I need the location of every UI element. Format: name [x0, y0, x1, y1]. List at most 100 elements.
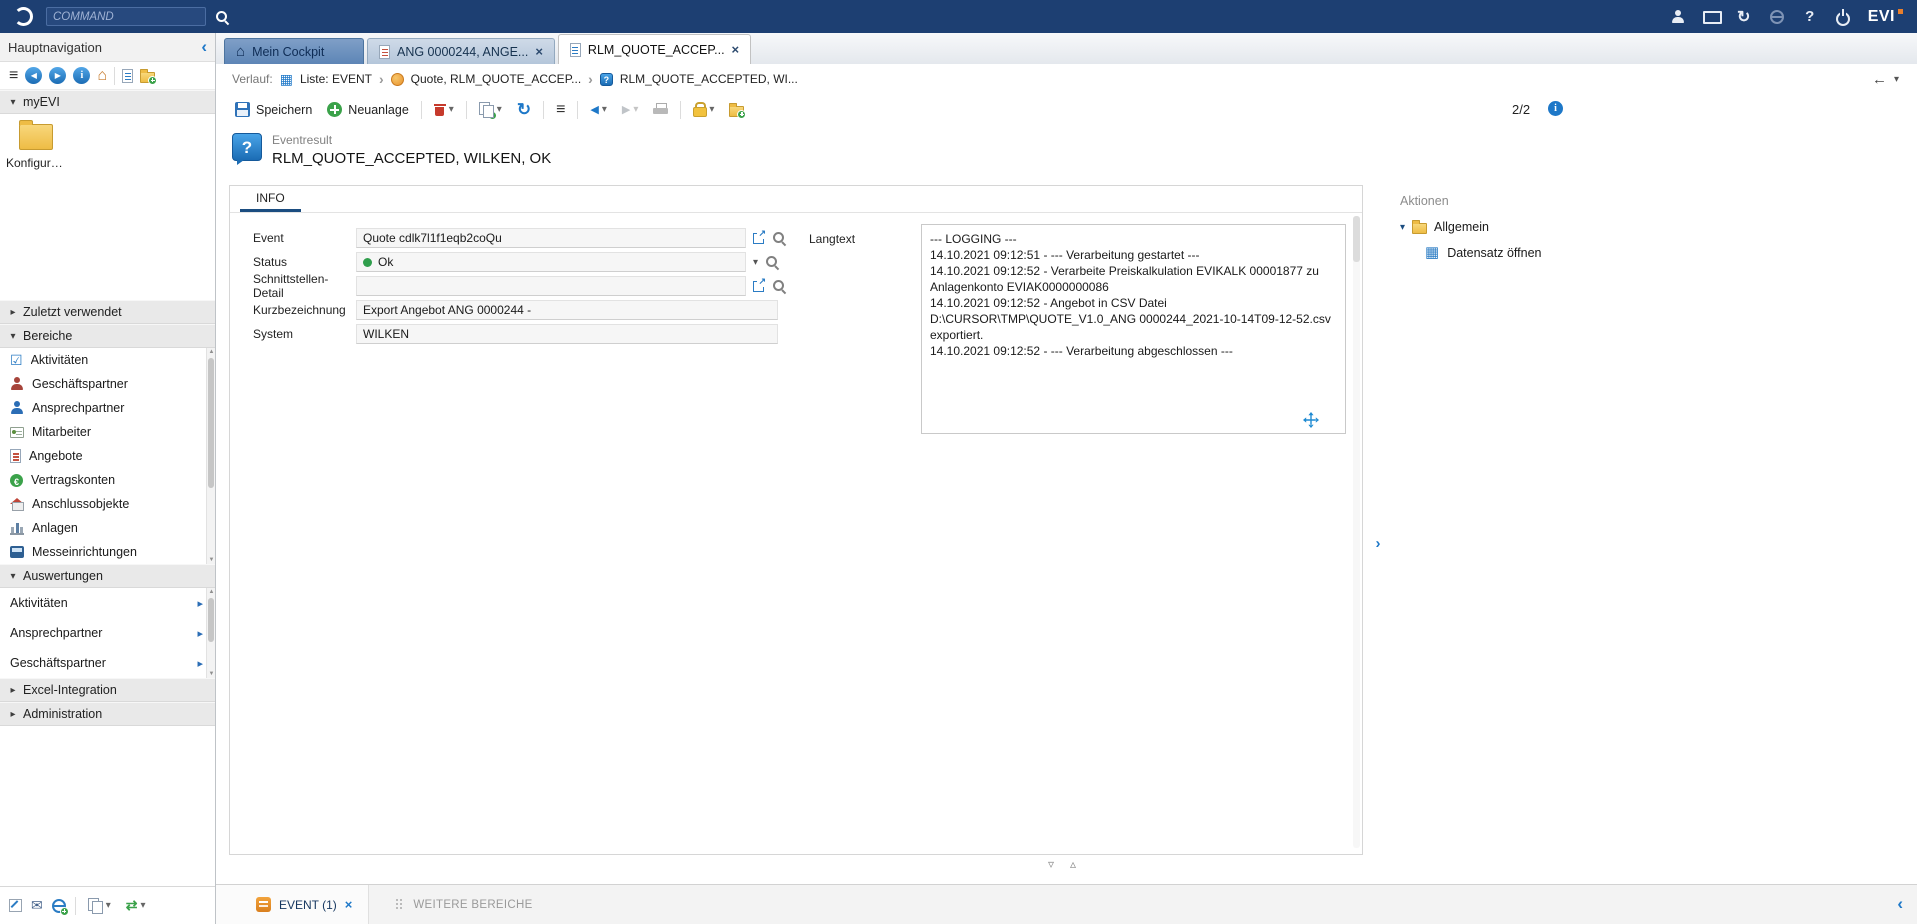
refresh-button[interactable]: [514, 98, 534, 122]
duplicate-button[interactable]: [476, 100, 505, 119]
print-button[interactable]: [650, 101, 671, 119]
scrollbar[interactable]: [206, 588, 215, 678]
drag-handle-icon: [395, 898, 404, 911]
tab-info[interactable]: INFO: [240, 185, 301, 212]
sidebar-item-messeinrichtungen[interactable]: Messeinrichtungen: [0, 540, 215, 564]
tab-mein-cockpit[interactable]: Mein Cockpit: [224, 38, 364, 64]
open-link-icon[interactable]: [753, 232, 765, 244]
redo-icon[interactable]: [1732, 6, 1756, 28]
tab-rlm-quote-accepted[interactable]: RLM_QUOTE_ACCEP...: [558, 34, 751, 64]
sidebar-item-angebote[interactable]: Angebote: [0, 444, 215, 468]
search-icon[interactable]: [215, 10, 229, 24]
close-tab-icon[interactable]: [732, 42, 740, 57]
sidebar-section-auswertungen[interactable]: Auswertungen: [0, 564, 215, 588]
mail-icon[interactable]: [31, 897, 43, 914]
menu-icon[interactable]: [9, 67, 18, 85]
sidebar-section-administration[interactable]: Administration: [0, 702, 215, 726]
lock-button[interactable]: [690, 100, 717, 119]
tab-ang-0000244[interactable]: ANG 0000244, ANGE...: [367, 38, 555, 64]
sidebar-item-mitarbeiter[interactable]: Mitarbeiter: [0, 420, 215, 444]
scrollbar[interactable]: [206, 348, 215, 564]
move-icon[interactable]: [1303, 412, 1319, 428]
collapse-left-icon[interactable]: [1897, 894, 1903, 914]
save-button[interactable]: Speichern: [232, 100, 315, 119]
folder-icon: [19, 124, 53, 150]
lookup-icon[interactable]: [772, 279, 786, 293]
add-to-folder-button[interactable]: [726, 101, 747, 119]
history-dropdown-icon[interactable]: [1894, 74, 1899, 85]
weitere-bereiche[interactable]: WEITERE BEREICHE: [395, 898, 532, 911]
breadcrumb-item-current[interactable]: RLM_QUOTE_ACCEPTED, WI...: [620, 72, 798, 86]
report-item-geschaeftspartner[interactable]: Geschäftspartner: [0, 648, 215, 678]
lookup-icon[interactable]: [772, 231, 786, 245]
save-icon: [235, 102, 250, 117]
sidebar-item-anschlussobjekte[interactable]: Anschlussobjekte: [0, 492, 215, 516]
next-record-button[interactable]: [619, 101, 642, 118]
user-icon[interactable]: [1666, 6, 1690, 28]
system-field[interactable]: WILKEN: [356, 324, 778, 344]
schnittstellen-detail-field[interactable]: [356, 276, 746, 296]
document-icon[interactable]: [122, 69, 133, 83]
scrollbar-thumb[interactable]: [208, 598, 214, 642]
collapse-down-icon[interactable]: [1048, 857, 1054, 871]
sidebar-item-ansprechpartner[interactable]: Ansprechpartner: [0, 396, 215, 420]
sidebar-item-anlagen[interactable]: Anlagen: [0, 516, 215, 540]
report-item-aktivitaeten[interactable]: Aktivitäten: [0, 588, 215, 618]
langtext-field[interactable]: --- LOGGING --- 14.10.2021 09:12:51 - --…: [921, 224, 1346, 434]
bottom-tab-event[interactable]: EVENT (1): [216, 885, 369, 924]
breadcrumb-item-liste-event[interactable]: Liste: EVENT: [300, 72, 372, 86]
open-link-icon[interactable]: [753, 280, 765, 292]
sidebar-item-vertragskonten[interactable]: Vertragskonten: [0, 468, 215, 492]
new-folder-icon[interactable]: [140, 72, 155, 83]
power-icon[interactable]: [1831, 6, 1855, 28]
close-tab-icon[interactable]: [535, 44, 543, 59]
quote-icon: [391, 73, 404, 86]
status-field[interactable]: Ok: [356, 252, 746, 272]
new-record-button[interactable]: Neuanlage: [324, 100, 411, 119]
sidebar-item-konfiguration[interactable]: Konfigurat...: [6, 124, 66, 170]
info-circle-icon[interactable]: [73, 67, 90, 84]
breadcrumb-item-quote[interactable]: Quote, RLM_QUOTE_ACCEP...: [411, 72, 582, 86]
field-label: Status: [253, 255, 356, 269]
sidebar-section-myevi[interactable]: myEVI: [0, 90, 215, 114]
copy-button[interactable]: [85, 896, 114, 915]
chevron-right-icon: [197, 657, 203, 670]
history-back-icon[interactable]: [1872, 71, 1887, 88]
sidebar-section-recent[interactable]: Zuletzt verwendet: [0, 300, 215, 324]
actions-group-allgemein[interactable]: Allgemein: [1388, 214, 1905, 240]
kurzbezeichnung-field[interactable]: Export Angebot ANG 0000244 -: [356, 300, 778, 320]
event-icon: [256, 897, 271, 912]
expand-up-icon[interactable]: [1070, 857, 1076, 871]
sidebar-section-bereiche[interactable]: Bereiche: [0, 324, 215, 348]
globe-export-icon[interactable]: [52, 899, 66, 913]
delete-button[interactable]: [431, 100, 457, 119]
note-icon[interactable]: [9, 899, 22, 912]
action-datensatz-oeffnen[interactable]: Datensatz öffnen: [1388, 240, 1905, 265]
scrollbar-thumb[interactable]: [208, 358, 214, 488]
sidebar-item-geschaeftspartner[interactable]: Geschäftspartner: [0, 372, 215, 396]
globe-icon[interactable]: [1765, 6, 1789, 28]
form-row-kurzbezeichnung: Kurzbezeichnung Export Angebot ANG 00002…: [253, 298, 786, 322]
close-tab-icon[interactable]: [345, 897, 353, 912]
sidebar-collapse-icon[interactable]: [201, 37, 207, 57]
command-input[interactable]: [53, 11, 199, 23]
dropdown-icon[interactable]: [753, 257, 758, 268]
info-icon[interactable]: [1548, 101, 1563, 116]
sidebar-section-excel[interactable]: Excel-Integration: [0, 678, 215, 702]
nav-forward-icon[interactable]: [49, 67, 66, 84]
nav-back-icon[interactable]: [25, 67, 42, 84]
sidebar-item-aktivitaeten[interactable]: Aktivitäten: [0, 348, 215, 372]
previous-record-button[interactable]: [587, 101, 610, 118]
help-icon[interactable]: [1798, 6, 1822, 28]
event-field[interactable]: Quote cdlk7l1f1eqb2coQu: [356, 228, 746, 248]
actions-panel-toggle-icon[interactable]: [1371, 534, 1385, 552]
command-search[interactable]: [46, 7, 206, 26]
lookup-icon[interactable]: [765, 255, 779, 269]
report-item-ansprechpartner[interactable]: Ansprechpartner: [0, 618, 215, 648]
scrollbar[interactable]: [1353, 216, 1360, 848]
inbox-icon[interactable]: [1699, 6, 1723, 28]
list-menu-button[interactable]: [553, 99, 568, 121]
scrollbar-thumb[interactable]: [1353, 216, 1360, 262]
sync-button[interactable]: [123, 895, 149, 916]
home-icon[interactable]: [97, 67, 107, 85]
